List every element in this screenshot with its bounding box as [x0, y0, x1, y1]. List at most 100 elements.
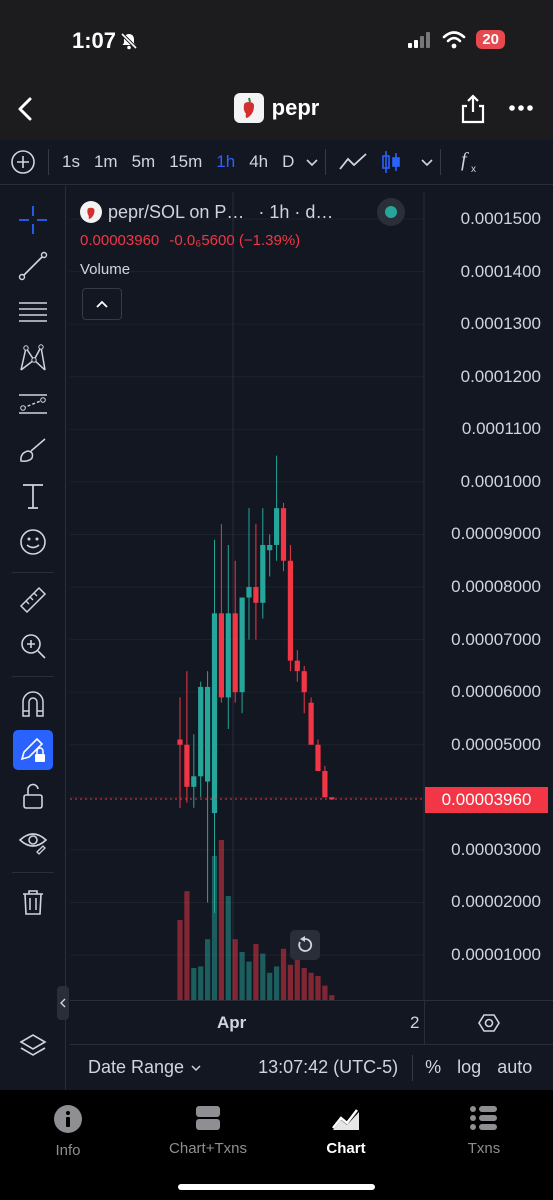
collapse-toolbar-handle[interactable]	[57, 986, 69, 1020]
tools-divider	[12, 872, 54, 873]
volume-bar	[225, 896, 231, 1000]
volume-bar	[184, 891, 190, 1000]
share-icon[interactable]	[460, 94, 486, 124]
price-axis-label: 0.0001500	[460, 209, 541, 229]
candle-body	[191, 776, 197, 787]
volume-bars	[177, 840, 335, 1000]
percent-toggle[interactable]: %	[425, 1057, 441, 1078]
split-icon	[196, 1106, 220, 1130]
candles-icon[interactable]	[380, 149, 402, 175]
chart-bottom-bar: Date Range 13:07:42 (UTC-5) % log auto	[70, 1044, 553, 1090]
collapse-legend-button[interactable]	[82, 288, 122, 320]
timeframe-5m[interactable]: 5m	[125, 152, 163, 172]
fib-tool[interactable]	[13, 292, 53, 332]
clock-readout[interactable]: 13:07:42 (UTC-5)	[258, 1057, 398, 1078]
date-range-label: Date Range	[88, 1057, 185, 1077]
chart-icon	[332, 1109, 359, 1130]
timeframe-4h[interactable]: 4h	[242, 152, 275, 172]
date-range-button[interactable]: Date Range	[88, 1057, 202, 1078]
reset-chart-button[interactable]	[290, 930, 320, 960]
price-axis-label: 0.0001400	[460, 261, 541, 281]
price-axis-label: 0.00009000	[451, 524, 541, 544]
magnet-tool[interactable]	[13, 684, 53, 724]
timeframe-D[interactable]: D	[275, 152, 301, 172]
tab-chart[interactable]: Chart	[286, 1104, 406, 1157]
legend-change: -0.0₆5600	[169, 232, 235, 249]
volume-bar	[308, 972, 314, 1000]
trend-line-icon	[18, 251, 48, 281]
tab-txns[interactable]: Txns	[424, 1104, 544, 1157]
text-tool[interactable]	[13, 476, 53, 516]
crosshair-tool[interactable]	[13, 200, 53, 240]
candle-body	[184, 744, 190, 787]
text-icon	[23, 484, 43, 509]
line-chart-icon[interactable]	[338, 151, 368, 173]
chart-type-dropdown-icon[interactable]	[420, 157, 434, 167]
tab-chart-txns[interactable]: Chart+Txns	[148, 1104, 268, 1157]
legend-interval: · 1h · d…	[258, 201, 334, 222]
more-options-icon[interactable]	[508, 104, 534, 112]
tab-info[interactable]: Info	[8, 1104, 128, 1159]
volume-bar	[198, 966, 204, 1000]
unlock-tool[interactable]	[13, 776, 53, 816]
chart-settings-button[interactable]	[424, 1001, 553, 1045]
status-time: 1:07	[72, 28, 117, 53]
layers-tool[interactable]	[13, 1026, 53, 1066]
legend-last: 0.00003960	[80, 232, 160, 249]
log-toggle[interactable]: log	[457, 1057, 481, 1078]
pattern-icon	[20, 344, 46, 371]
delete-tool[interactable]	[13, 882, 53, 922]
time-axis[interactable]: Apr 2	[70, 1000, 553, 1045]
candle-body	[308, 702, 314, 745]
price-axis-label: 0.00008000	[451, 577, 541, 597]
timeframe-15m[interactable]: 15m	[162, 152, 209, 172]
volume-bar	[267, 972, 273, 1000]
legend-title-row[interactable]: pepr/SOL on P… · 1h · d…	[80, 200, 410, 224]
brush-icon	[20, 438, 46, 462]
candle-body	[287, 560, 293, 661]
emoji-tool[interactable]	[13, 522, 53, 562]
chevron-left-icon	[60, 998, 66, 1008]
cell-signal-icon	[408, 31, 431, 48]
toolbar-divider	[325, 149, 327, 175]
drawing-toolbar	[0, 186, 69, 1090]
volume-bar	[322, 985, 328, 1000]
home-indicator	[178, 1184, 375, 1190]
lock-drawing-tool[interactable]	[13, 730, 53, 770]
timeframe-1m[interactable]: 1m	[87, 152, 125, 172]
bottom-divider	[412, 1054, 414, 1081]
fx-indicators-icon[interactable]: f x	[459, 149, 483, 175]
volume-bar	[191, 968, 197, 1000]
price-axis-label: 0.00006000	[451, 682, 541, 702]
volume-bar	[260, 953, 266, 1000]
candle-body	[280, 508, 287, 561]
zoom-tool[interactable]	[13, 626, 53, 666]
candle-body	[246, 587, 252, 598]
price-axis-label: 0.00007000	[451, 629, 541, 649]
pencil-lock-icon	[20, 737, 45, 762]
candle-body	[232, 613, 238, 693]
current-price-label: 0.00003960	[425, 787, 548, 813]
volume-bar	[239, 952, 245, 1000]
timeframe-dropdown-icon[interactable]	[305, 157, 319, 167]
forecast-tool[interactable]	[13, 384, 53, 424]
measure-tool[interactable]	[13, 580, 53, 620]
brush-tool[interactable]	[13, 430, 53, 470]
candle-body	[177, 739, 183, 745]
candle-body	[322, 771, 328, 798]
info-icon	[54, 1105, 82, 1133]
visibility-tool[interactable]	[13, 822, 53, 862]
magnet-icon	[22, 691, 44, 717]
trend-line-tool[interactable]	[13, 246, 53, 286]
timeframe-1h[interactable]: 1h	[209, 152, 242, 172]
volume-bar	[301, 968, 307, 1000]
pattern-tool[interactable]	[13, 338, 53, 378]
auto-toggle[interactable]: auto	[497, 1057, 532, 1078]
price-axis-label: 0.00001000	[451, 945, 541, 965]
candle-body	[218, 613, 224, 698]
trash-icon	[23, 890, 43, 915]
timeframe-1s[interactable]: 1s	[55, 152, 87, 172]
price-axis-label: 0.00005000	[451, 734, 541, 754]
add-indicator-icon[interactable]	[10, 149, 36, 175]
candle-body	[225, 613, 231, 698]
